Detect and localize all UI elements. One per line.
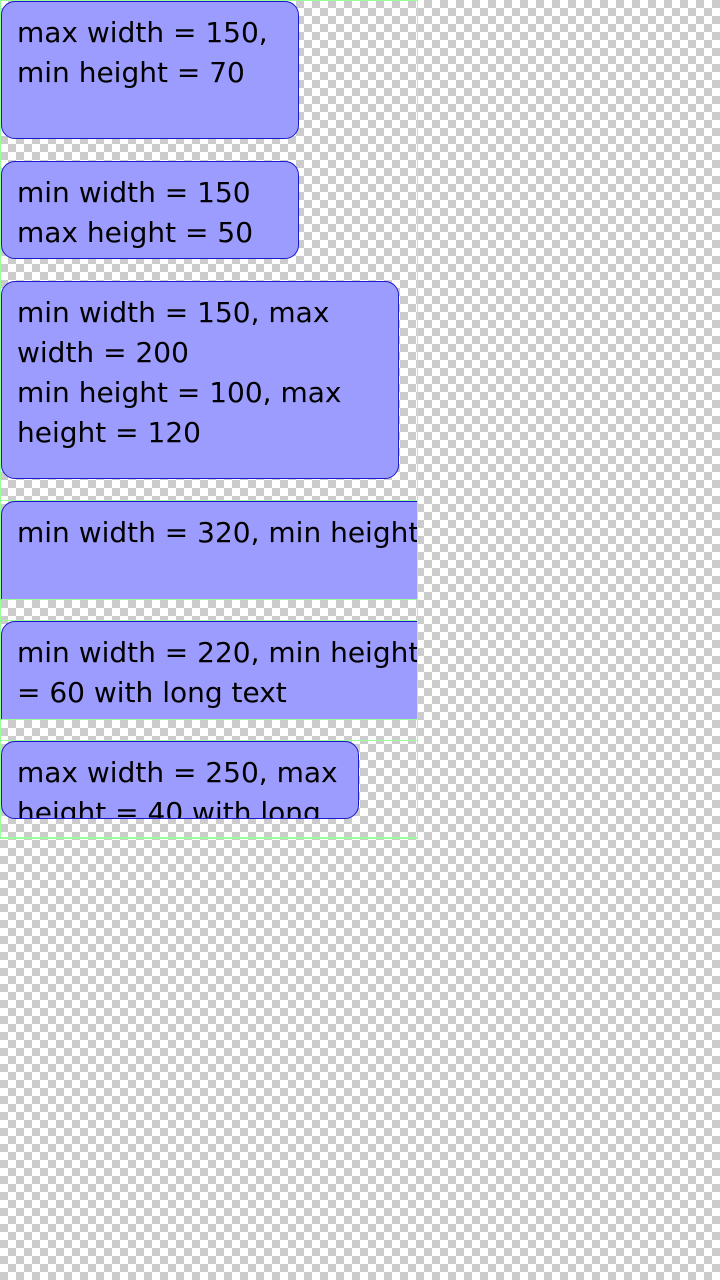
box-3-line-1: min width = 150, max: [17, 296, 330, 329]
box-5-line-2: = 60 with long text: [17, 676, 287, 709]
slot-3: min width = 150, max width = 200 min hei…: [0, 280, 418, 480]
box-min-width-150-max-height-50: min width = 150 max height = 50: [1, 161, 299, 259]
box-1-line-2: min height = 70: [17, 56, 245, 89]
box-3-line-3: min height = 100, max: [17, 376, 342, 409]
slot-1: max width = 150, min height = 70: [0, 0, 418, 140]
box-5-line-1: min width = 220, min height: [17, 636, 418, 669]
box-2-line-1: min width = 150: [17, 176, 251, 209]
box-1-line-1: max width = 150,: [17, 16, 268, 49]
box-2-line-2: max height = 50: [17, 216, 254, 249]
slot-6: max width = 250, max height = 40 with lo…: [0, 740, 418, 839]
box-4-line-1: min width = 320, min height: [17, 516, 418, 549]
box-max-width-250-max-height-40-long-text: max width = 250, max height = 40 with lo…: [1, 741, 359, 819]
box-min-max-width-min-max-height: min width = 150, max width = 200 min hei…: [1, 281, 399, 479]
slot-2: min width = 150 max height = 50: [0, 160, 418, 260]
slot-5: min width = 220, min height = 60 with lo…: [0, 620, 418, 720]
box-min-width-320-min-height: min width = 320, min height: [1, 501, 418, 599]
box-min-width-220-min-height-60-long-text: min width = 220, min height = 60 with lo…: [1, 621, 418, 719]
box-3-line-4: height = 120: [17, 416, 201, 449]
box-max-width-150-min-height-70: max width = 150, min height = 70: [1, 1, 299, 139]
box-6-line-2: height = 40 with long: [17, 796, 321, 819]
box-6-line-1: max width = 250, max: [17, 756, 338, 789]
box-3-line-2: width = 200: [17, 336, 189, 369]
slot-4: min width = 320, min height: [0, 500, 418, 600]
